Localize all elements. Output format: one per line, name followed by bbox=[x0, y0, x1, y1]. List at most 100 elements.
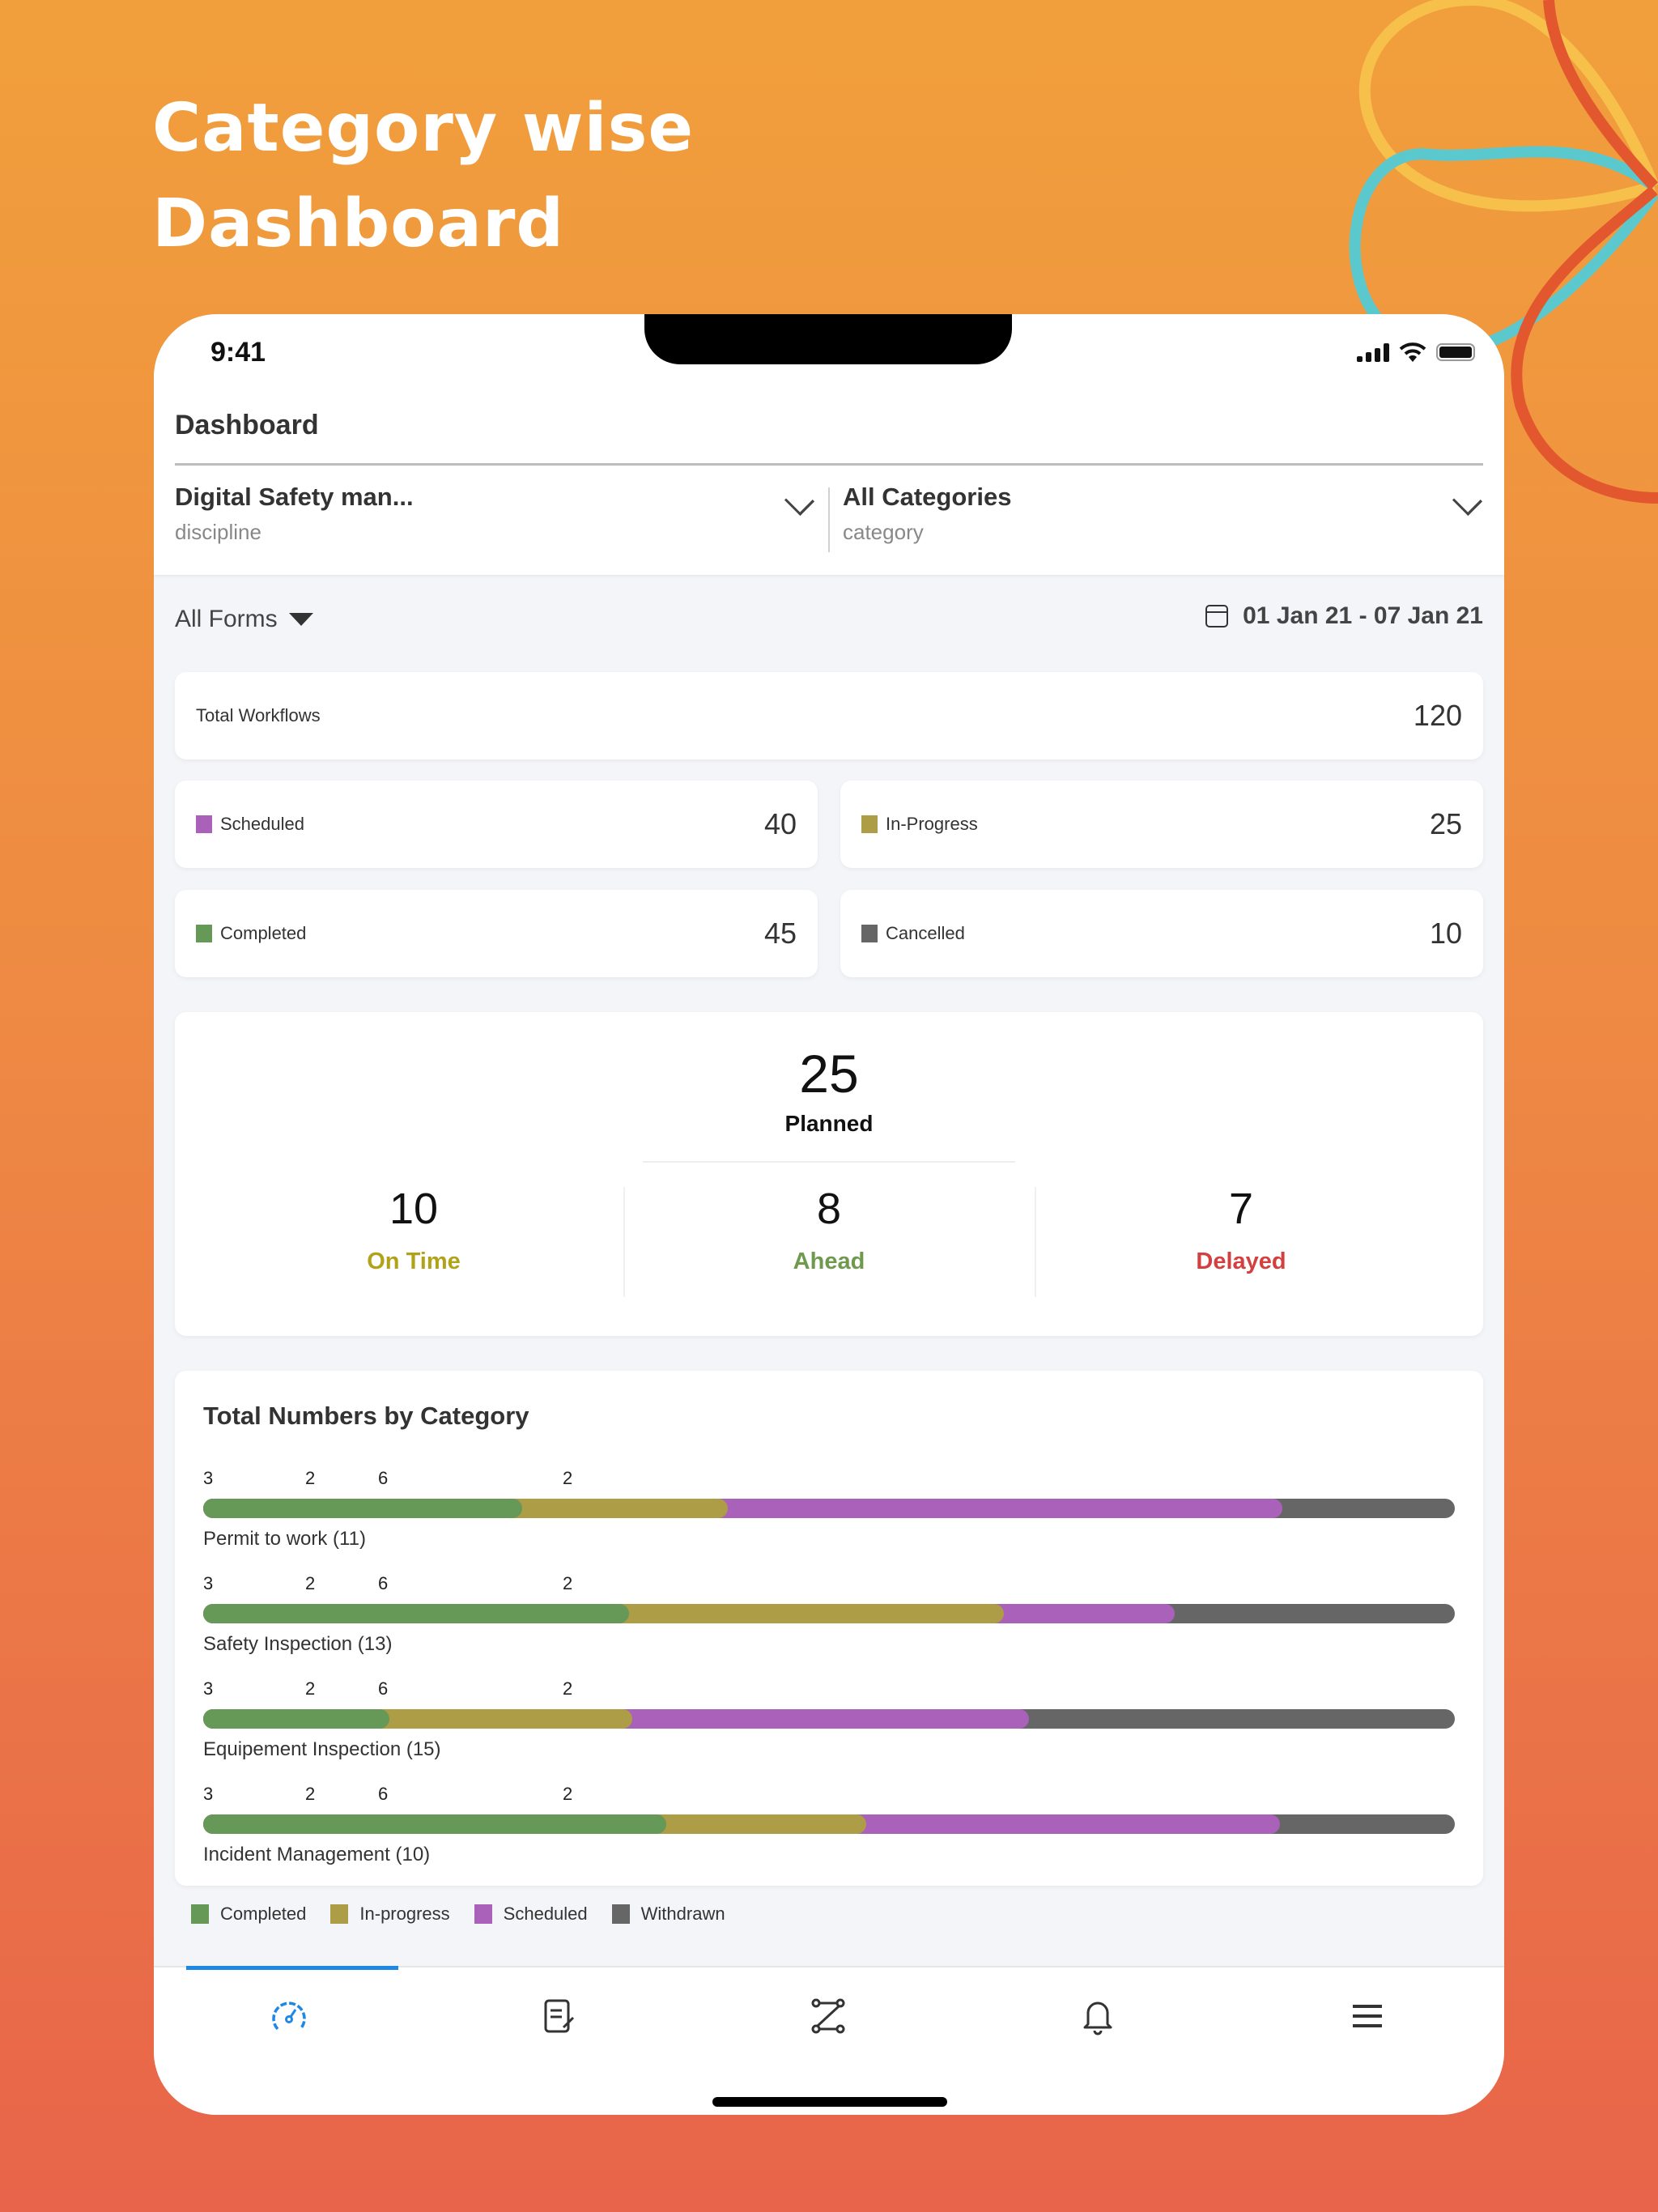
signal-icon bbox=[1357, 342, 1389, 362]
stacked-bar[interactable] bbox=[203, 1499, 1455, 1518]
legend-item: In-progress bbox=[330, 1904, 450, 1925]
date-range-picker[interactable]: 01 Jan 21 - 07 Jan 21 bbox=[1205, 602, 1483, 630]
legend-label: Completed bbox=[220, 1904, 307, 1924]
planned-divider bbox=[643, 1161, 1015, 1163]
planned-card: 25 Planned 10 On Time 8 Ahead 7 Delayed bbox=[175, 1012, 1483, 1336]
form-edit-icon bbox=[544, 1999, 575, 2033]
bar-segment-completed bbox=[203, 1604, 629, 1623]
stat-label-text: Scheduled bbox=[220, 814, 304, 834]
category-label: Safety Inspection (13) bbox=[203, 1633, 393, 1655]
bottom-tab-bar bbox=[154, 1966, 1504, 2115]
tab-workflows[interactable] bbox=[804, 1992, 852, 2040]
bar-segment-completed bbox=[203, 1814, 667, 1834]
ahead-stat[interactable]: 8 Ahead bbox=[623, 1184, 1035, 1297]
segment-label: 2 bbox=[563, 1573, 573, 1593]
legend-item: Completed bbox=[191, 1904, 306, 1925]
category-row[interactable]: 3 2 6 2 Permit to work (11) bbox=[203, 1468, 1455, 1565]
active-tab-indicator bbox=[186, 1966, 398, 1970]
in-progress-swatch bbox=[861, 815, 878, 833]
status-icons bbox=[1357, 342, 1475, 363]
delayed-stat[interactable]: 7 Delayed bbox=[1035, 1184, 1448, 1297]
category-chart-card: Total Numbers by Category 3 2 6 2 Permit to … bbox=[175, 1371, 1483, 1886]
stacked-bar[interactable] bbox=[203, 1814, 1455, 1834]
stat-card-completed[interactable]: Completed 45 bbox=[175, 890, 818, 977]
segment-labels: 3 2 6 2 bbox=[203, 1468, 1455, 1492]
total-workflows-card[interactable]: Total Workflows 120 bbox=[175, 672, 1483, 759]
promo-title: Category wise Dashboard bbox=[152, 81, 694, 272]
wifi-icon bbox=[1399, 342, 1426, 362]
segment-label: 2 bbox=[305, 1573, 316, 1593]
dashboard-gauge-icon bbox=[272, 2001, 306, 2031]
segment-label: 2 bbox=[305, 1784, 316, 1804]
segment-label: 3 bbox=[203, 1784, 214, 1804]
category-label: Incident Management (10) bbox=[203, 1844, 431, 1865]
segment-label: 2 bbox=[305, 1678, 316, 1699]
filter-bar: All Forms 01 Jan 21 - 07 Jan 21 bbox=[175, 598, 1483, 646]
promo-title-line1: Category wise bbox=[152, 90, 695, 167]
planned-label: Planned bbox=[784, 1111, 874, 1136]
on-time-stat[interactable]: 10 On Time bbox=[207, 1184, 620, 1297]
legend-item: Scheduled bbox=[474, 1904, 588, 1925]
segment-label: 2 bbox=[305, 1468, 316, 1488]
on-time-value: 10 bbox=[389, 1185, 439, 1233]
legend-label: In-progress bbox=[359, 1904, 450, 1924]
legend-swatch bbox=[611, 1904, 630, 1924]
category-row[interactable]: 3 2 6 2 Equipement Inspection (15) bbox=[203, 1678, 1455, 1776]
stacked-bar[interactable] bbox=[203, 1709, 1455, 1729]
legend-swatch bbox=[191, 1904, 209, 1924]
app-header: Dashboard Digital Safety man... discipli… bbox=[154, 395, 1504, 575]
chart-title: Total Numbers by Category bbox=[203, 1402, 529, 1430]
delayed-label: Delayed bbox=[1196, 1249, 1286, 1274]
stat-card-scheduled[interactable]: Scheduled 40 bbox=[175, 781, 818, 868]
status-time: 9:41 bbox=[210, 337, 266, 368]
category-value: All Categories bbox=[843, 483, 1012, 511]
tab-notifications[interactable] bbox=[1073, 1992, 1122, 2040]
category-selector[interactable]: All Categories category bbox=[843, 483, 1483, 564]
stat-card-in-progress[interactable]: In-Progress 25 bbox=[840, 781, 1483, 868]
segment-labels: 3 2 6 2 bbox=[203, 1678, 1455, 1703]
category-row[interactable]: 3 2 6 2 Incident Management (10) bbox=[203, 1784, 1455, 1881]
selector-divider bbox=[828, 487, 830, 552]
stat-value-scheduled: 40 bbox=[763, 807, 797, 840]
segment-labels: 3 2 6 2 bbox=[203, 1573, 1455, 1597]
cancelled-swatch bbox=[861, 925, 878, 942]
home-indicator bbox=[712, 2097, 947, 2107]
segment-label: 6 bbox=[378, 1573, 389, 1593]
all-forms-dropdown[interactable]: All Forms bbox=[175, 606, 313, 633]
bar-segment-completed bbox=[203, 1709, 390, 1729]
discipline-selector[interactable]: Digital Safety man... discipline bbox=[175, 483, 815, 564]
segment-label: 2 bbox=[563, 1468, 573, 1488]
stat-value-in-progress: 25 bbox=[1429, 807, 1462, 840]
legend-swatch bbox=[474, 1904, 492, 1924]
category-row[interactable]: 3 2 6 2 Safety Inspection (13) bbox=[203, 1573, 1455, 1670]
tab-forms[interactable] bbox=[534, 1992, 583, 2040]
on-time-label: On Time bbox=[367, 1249, 461, 1274]
header-divider bbox=[175, 463, 1483, 466]
stat-card-cancelled[interactable]: Cancelled 10 bbox=[840, 890, 1483, 977]
stacked-bar[interactable] bbox=[203, 1604, 1455, 1623]
promo-title-line2: Dashboard bbox=[152, 185, 565, 262]
stat-value-cancelled: 10 bbox=[1429, 917, 1462, 950]
total-workflows-value: 120 bbox=[1413, 699, 1462, 732]
category-label: Permit to work (11) bbox=[203, 1528, 366, 1550]
legend-label: Withdrawn bbox=[640, 1904, 725, 1924]
discipline-label: discipline bbox=[175, 520, 261, 544]
stat-label-text: Cancelled bbox=[886, 923, 965, 943]
tab-menu[interactable] bbox=[1343, 1992, 1392, 2040]
all-forms-label: All Forms bbox=[175, 606, 278, 632]
stat-label-text: In-Progress bbox=[886, 814, 978, 834]
bar-segment-completed bbox=[203, 1499, 523, 1518]
stat-label-scheduled: Scheduled bbox=[196, 814, 304, 835]
completed-swatch bbox=[196, 925, 212, 942]
calendar-icon bbox=[1205, 605, 1229, 627]
segment-label: 2 bbox=[563, 1678, 573, 1699]
phone-notch bbox=[644, 314, 1012, 364]
segment-label: 6 bbox=[378, 1784, 389, 1804]
segment-label: 3 bbox=[203, 1678, 214, 1699]
stat-value-completed: 45 bbox=[763, 917, 797, 950]
scheduled-swatch bbox=[196, 815, 212, 833]
date-range-text: 01 Jan 21 - 07 Jan 21 bbox=[1243, 602, 1483, 629]
caret-down-icon bbox=[288, 613, 313, 626]
tab-dashboard[interactable] bbox=[265, 1992, 313, 2040]
stat-label-completed: Completed bbox=[196, 923, 306, 944]
